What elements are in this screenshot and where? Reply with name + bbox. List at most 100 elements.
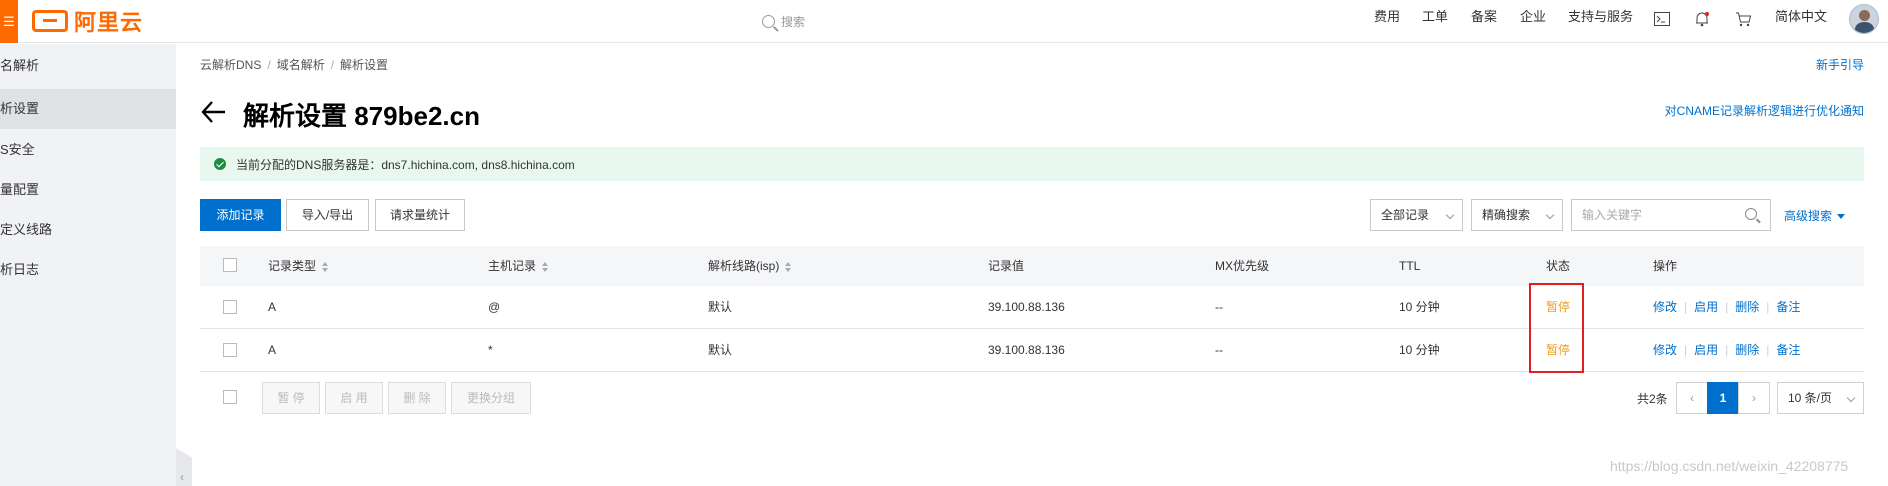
header-value: 记录值 bbox=[988, 259, 1025, 273]
sort-icon bbox=[542, 261, 549, 272]
aliyun-logo[interactable]: 阿里云 bbox=[32, 6, 143, 36]
bulk-change-group-button[interactable]: 更换分组 bbox=[451, 382, 531, 414]
caret-down-icon bbox=[1837, 214, 1846, 220]
cell-line: 默认 bbox=[708, 300, 733, 314]
cart-icon[interactable] bbox=[1732, 8, 1754, 30]
sort-icon bbox=[322, 261, 329, 272]
remark-link[interactable]: 备注 bbox=[1776, 300, 1800, 314]
header-mx: MX优先级 bbox=[1215, 259, 1270, 273]
keyword-input[interactable] bbox=[1571, 199, 1771, 231]
sidebar-item-dns-security[interactable]: S安全 bbox=[0, 130, 176, 170]
remark-link[interactable]: 备注 bbox=[1776, 343, 1800, 357]
dns-server-alert: 当前分配的DNS服务器是：dns7.hichina.com, dns8.hich… bbox=[200, 147, 1864, 181]
watermark: https://blog.csdn.net/weixin_42208775 bbox=[1610, 458, 1849, 474]
header-host[interactable]: 主机记录 bbox=[488, 246, 549, 286]
chevron-down-icon bbox=[1445, 210, 1455, 220]
nav-icp[interactable]: 备案 bbox=[1471, 0, 1497, 43]
chevron-down-icon bbox=[1545, 210, 1555, 220]
page-size-select[interactable]: 10 条/页 bbox=[1777, 382, 1864, 414]
user-avatar[interactable] bbox=[1849, 4, 1879, 34]
page-size-value: 10 条/页 bbox=[1788, 391, 1833, 405]
edit-link[interactable]: 修改 bbox=[1653, 300, 1677, 314]
bulk-pause-button[interactable]: 暂 停 bbox=[262, 382, 320, 414]
back-arrow-icon[interactable] bbox=[200, 98, 228, 126]
header-line[interactable]: 解析线路(isp) bbox=[708, 246, 792, 286]
bell-icon[interactable] bbox=[1691, 8, 1713, 30]
nav-support[interactable]: 支持与服务 bbox=[1568, 0, 1633, 43]
enable-link[interactable]: 启用 bbox=[1694, 300, 1718, 314]
add-record-button[interactable]: 添加记录 bbox=[200, 199, 281, 231]
cell-value: 39.100.88.136 bbox=[988, 343, 1065, 357]
delete-link[interactable]: 删除 bbox=[1735, 300, 1759, 314]
bulk-enable-button[interactable]: 启 用 bbox=[325, 382, 383, 414]
sidebar-item-traffic-config[interactable]: 量配置 bbox=[0, 170, 176, 210]
guide-link[interactable]: 新手引导 bbox=[1816, 56, 1864, 73]
nav-enterprise[interactable]: 企业 bbox=[1520, 0, 1546, 43]
delete-link[interactable]: 删除 bbox=[1735, 343, 1759, 357]
row-checkbox[interactable] bbox=[223, 300, 237, 314]
logo-mark-icon bbox=[32, 10, 68, 32]
record-filter-select[interactable]: 全部记录 bbox=[1370, 199, 1463, 231]
pagination-total: 共2条 bbox=[1637, 392, 1668, 406]
enable-link[interactable]: 启用 bbox=[1694, 343, 1718, 357]
sidebar-item-domain-dns[interactable]: 名解析 bbox=[0, 46, 176, 86]
cname-notice-link[interactable]: 对CNAME记录解析逻辑进行优化通知 bbox=[1665, 102, 1864, 119]
select-all-checkbox[interactable] bbox=[223, 258, 237, 272]
table-row: A * 默认 39.100.88.136 -- 10 分钟 暂停 修改 | 启用 | 删… bbox=[200, 329, 1864, 372]
nav-billing[interactable]: 费用 bbox=[1374, 0, 1400, 43]
import-export-button[interactable]: 导入/导出 bbox=[286, 199, 369, 231]
header-ttl: TTL bbox=[1399, 259, 1421, 273]
header-ops: 操作 bbox=[1653, 259, 1678, 273]
cell-mx: -- bbox=[1215, 343, 1223, 357]
search-placeholder: 搜索 bbox=[781, 14, 806, 29]
breadcrumb-item-current: 解析设置 bbox=[340, 58, 389, 72]
chevron-down-icon bbox=[1846, 393, 1856, 403]
cell-line: 默认 bbox=[708, 343, 733, 357]
sidebar-item-custom-lines[interactable]: 定义线路 bbox=[0, 210, 176, 250]
page-button-current[interactable]: 1 bbox=[1707, 382, 1739, 414]
cell-type: A bbox=[268, 300, 277, 314]
bulk-select-checkbox[interactable] bbox=[223, 390, 237, 404]
sidebar-collapse-handle[interactable]: ‹ bbox=[176, 448, 192, 486]
edit-link[interactable]: 修改 bbox=[1653, 343, 1677, 357]
prev-page-button[interactable]: ‹ bbox=[1676, 382, 1708, 414]
chevron-left-icon: ‹ bbox=[180, 470, 184, 484]
header-record-type[interactable]: 记录类型 bbox=[268, 246, 329, 286]
keyword-search-icon[interactable] bbox=[1745, 208, 1757, 220]
language-switch[interactable]: 简体中文 bbox=[1775, 0, 1827, 43]
cell-host: * bbox=[488, 343, 493, 357]
cell-type: A bbox=[268, 343, 277, 357]
sidebar-item-dns-logs[interactable]: 析日志 bbox=[0, 250, 176, 290]
terminal-icon[interactable] bbox=[1651, 8, 1673, 30]
cell-ttl: 10 分钟 bbox=[1399, 300, 1440, 314]
table-row: A @ 默认 39.100.88.136 -- 10 分钟 暂停 修改 | 启用 | 删… bbox=[200, 286, 1864, 329]
breadcrumb: 云解析DNS / 域名解析 / 解析设置 bbox=[200, 58, 389, 72]
table-header: 记录类型 主机记录 解析线路(isp) 记录值 MX优先级 TTL 状态 操作 bbox=[200, 246, 1864, 286]
sort-icon bbox=[785, 261, 792, 272]
page-title: 解析设置 879be2.cn bbox=[243, 101, 480, 131]
sidebar-item-dns-settings[interactable]: 析设置 bbox=[0, 89, 176, 129]
cell-value: 39.100.88.136 bbox=[988, 300, 1065, 314]
row-actions: 修改 | 启用 | 删除 | 备注 bbox=[1653, 343, 1801, 357]
next-page-button[interactable]: › bbox=[1738, 382, 1770, 414]
sidebar: 名解析 析设置 S安全 量配置 定义线路 析日志 bbox=[0, 44, 176, 486]
row-checkbox[interactable] bbox=[223, 343, 237, 357]
record-filter-value: 全部记录 bbox=[1381, 208, 1430, 222]
bulk-delete-button[interactable]: 删 除 bbox=[388, 382, 446, 414]
search-mode-select[interactable]: 精确搜索 bbox=[1471, 199, 1563, 231]
logo-text: 阿里云 bbox=[74, 10, 144, 35]
status-highlight-box bbox=[1529, 283, 1584, 373]
cell-mx: -- bbox=[1215, 300, 1223, 314]
menu-icon[interactable]: ☰ bbox=[0, 0, 18, 43]
alert-text: 当前分配的DNS服务器是：dns7.hichina.com, dns8.hich… bbox=[236, 157, 575, 172]
chevron-right-icon: › bbox=[1752, 391, 1756, 405]
advanced-search-label: 高级搜索 bbox=[1784, 209, 1833, 223]
breadcrumb-item-domain-dns[interactable]: 域名解析 bbox=[277, 58, 325, 72]
request-stats-button[interactable]: 请求量统计 bbox=[375, 199, 465, 231]
cell-ttl: 10 分钟 bbox=[1399, 343, 1440, 357]
global-search[interactable]: 搜索 bbox=[762, 8, 962, 34]
row-actions: 修改 | 启用 | 删除 | 备注 bbox=[1653, 300, 1801, 314]
breadcrumb-item-cloud-dns[interactable]: 云解析DNS bbox=[200, 58, 261, 72]
advanced-search-link[interactable]: 高级搜索 bbox=[1784, 207, 1846, 224]
nav-tickets[interactable]: 工单 bbox=[1422, 0, 1448, 43]
